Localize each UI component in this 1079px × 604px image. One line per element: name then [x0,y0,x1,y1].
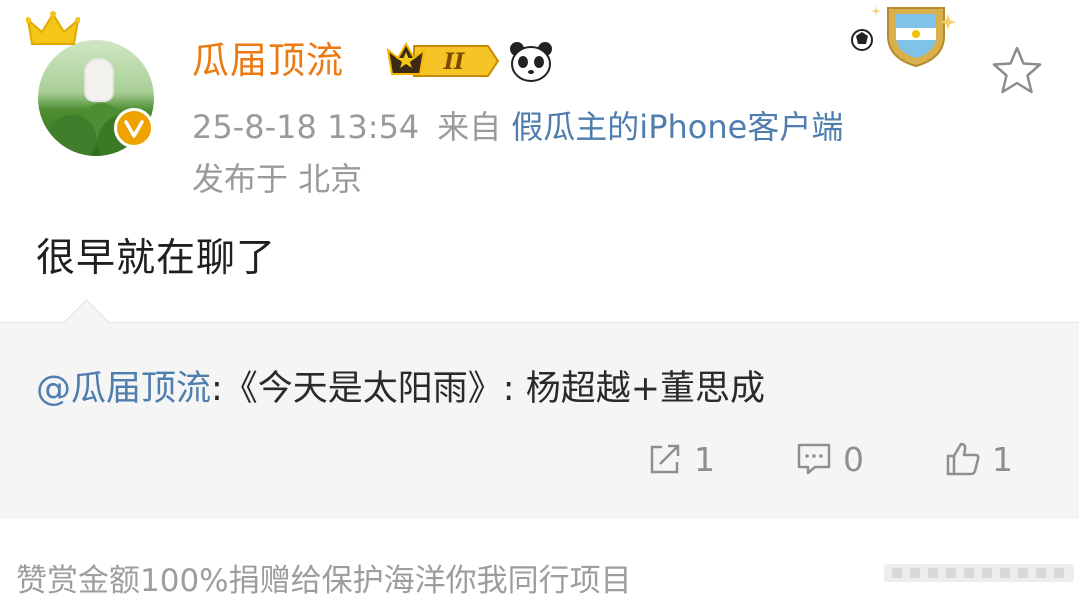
like-icon [946,442,980,476]
repost-count: 1 [694,439,715,479]
retweet-text: @瓜届顶流:《今天是太阳雨》: 杨超越+董思成 [36,363,765,415]
repost-button[interactable]: 1 [646,437,715,481]
post-meta: 25-8-18 13:54 来自 假瓜主的iPhone客户端 [192,104,843,150]
like-count: 1 [992,439,1013,479]
retweet-mention-link[interactable]: @瓜届顶流 [36,369,211,409]
comment-count: 0 [843,439,864,479]
comment-button[interactable]: 0 [795,437,864,481]
crown-icon [26,11,80,45]
like-button[interactable]: 1 [944,437,1013,481]
repost-icon [650,444,680,474]
post-location: 发布于 北京 [192,160,363,198]
retweet-box[interactable]: @瓜届顶流:《今天是太阳雨》: 杨超越+董思成 1 0 1 [0,299,1079,519]
username[interactable]: 瓜届顶流 [192,36,344,86]
argentina-badge-icon [851,6,956,68]
client-link[interactable]: 假瓜主的iPhone客户端 [511,108,843,146]
verified-icon [114,108,154,148]
post-text: 很早就在聊了 [36,236,277,281]
post-timestamp: 25-8-18 13:54 [192,108,420,146]
panda-icon [510,42,552,82]
star-icon[interactable] [990,44,1044,98]
level-badge-icon[interactable]: II [384,38,500,84]
from-label: 来自 [437,108,502,146]
reward-footer-text[interactable]: 赞赏金额100%捐赠给保护海洋你我同行项目 [16,558,632,604]
watermark-graphic [884,564,1074,582]
level-badge-text: II [443,49,465,75]
avatar-cat-figure [84,58,114,102]
avatar-container[interactable] [26,10,166,160]
comment-icon [797,443,831,475]
retweet-notch [63,299,110,346]
retweet-content: :《今天是太阳雨》: 杨超越+董思成 [211,369,766,409]
